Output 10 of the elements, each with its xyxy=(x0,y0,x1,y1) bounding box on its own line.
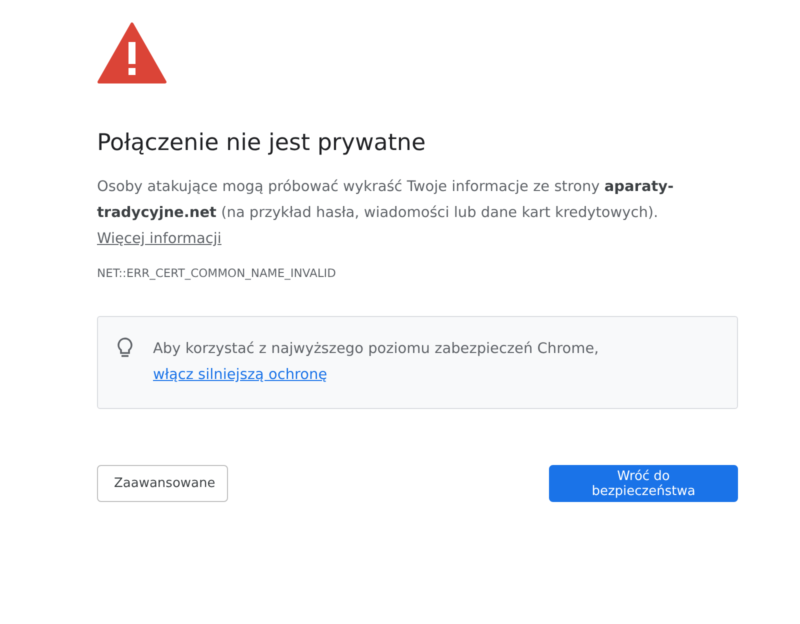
warning-icon xyxy=(97,22,167,84)
error-code: NET::ERR_CERT_COMMON_NAME_INVALID xyxy=(97,266,337,280)
advanced-button[interactable]: Zaawansowane xyxy=(97,465,228,502)
back-to-safety-button[interactable]: Wróć do bezpieczeństwa xyxy=(549,465,738,502)
more-info-link[interactable]: Więcej informacji xyxy=(97,231,222,247)
warning-description: Osoby atakujące mogą próbować wykraść Twoje informacje ze strony aparaty-tradycyjne.net (na przykład hasła, wiadomości lub dane kart kredytowych). Więcej informacji xyxy=(97,178,675,249)
hint-text: Aby korzystać z najwyższego poziomu zabezpieczeń Chrome, włącz silniejszą ochronę xyxy=(153,340,600,385)
enhanced-protection-link[interactable]: włącz silniejszą ochronę xyxy=(153,367,328,383)
lightbulb-icon xyxy=(116,337,134,359)
page-heading: Połączenie nie jest prywatne xyxy=(97,130,427,156)
